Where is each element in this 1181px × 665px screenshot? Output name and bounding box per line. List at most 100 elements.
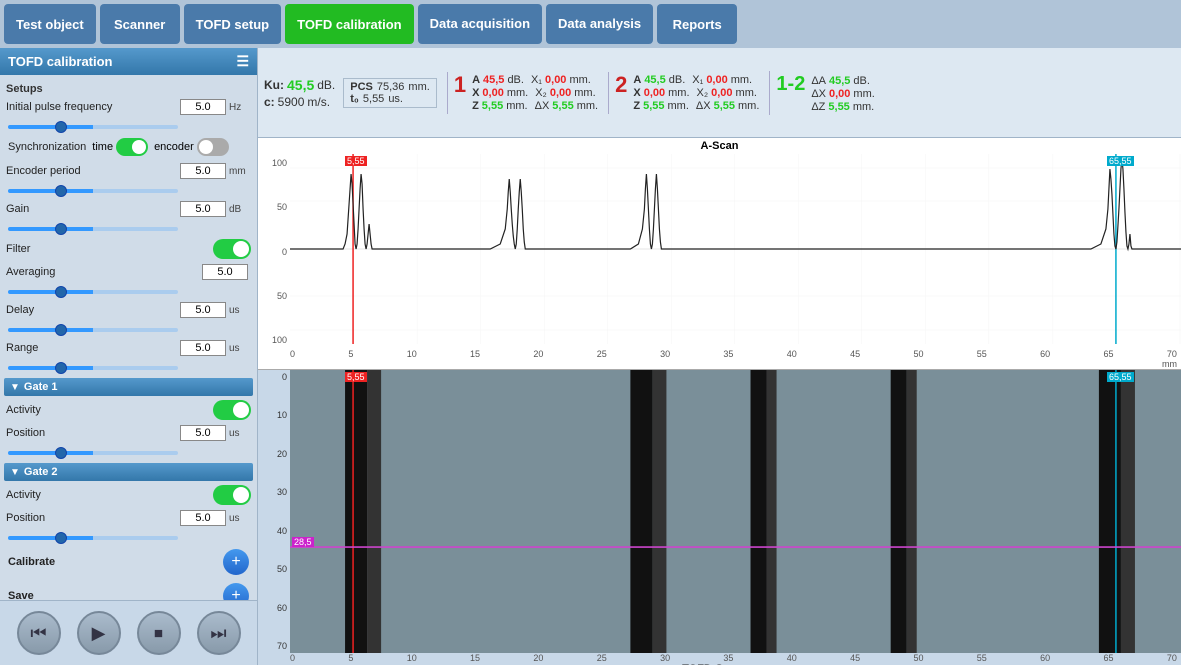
encoder-period-label: Encoder period [6,165,180,177]
ch12-dz-row: ΔZ 5,55 mm. [811,101,875,113]
tx15: 15 [470,653,480,663]
gate1-position-input[interactable] [180,425,226,441]
panel-title-text: TOFD calibration [8,54,113,69]
gate1-activity-row: Activity [4,399,253,421]
ch12-da-unit: dB. [853,75,870,87]
x45: 45 [850,349,860,359]
initial-pulse-freq-unit: Hz [229,102,251,113]
save-button[interactable]: + [223,583,249,600]
gate1-position-unit: us [229,428,251,439]
stop-button[interactable]: ⏹ [137,611,181,655]
ch1-x-val: 0,00 [482,87,503,99]
ch12-dz-unit: mm. [853,101,874,113]
menu-icon[interactable]: ☰ [236,53,249,70]
channel2-block: 2 A 45,5 dB. X₁ 0,00 mm. X 0,00 [608,72,765,114]
gate1-header: ▼ Gate 1 [4,378,253,396]
ch2-x-unit: mm. [668,87,689,99]
averaging-input[interactable] [202,264,248,280]
gain-slider[interactable] [8,227,178,231]
x50: 50 [913,349,923,359]
ku-val: 45,5 [287,77,314,93]
ty50: 50 [277,564,287,574]
ascan-chart-container: 5,55 65,55 [290,154,1181,349]
ch2-a-label: A [633,74,641,86]
scanner-button[interactable]: Scanner [100,4,180,44]
info-bar: Ku: 45,5 dB. c: 5900 m/s. PCS 75,36 mm. [258,48,1181,138]
ch1-top: 1 A 45,5 dB. X₁ 0,00 mm. X 0,00 [454,74,598,112]
initial-pulse-freq-input[interactable] [180,99,226,115]
ku-label: Ku: [264,78,284,92]
t0-unit: us. [388,93,403,105]
sync-time-option: time [92,138,148,156]
delay-input[interactable] [180,302,226,318]
pcs-label: PCS [350,81,373,93]
ch2-x-label: X [633,87,640,99]
encoder-period-input[interactable] [180,163,226,179]
ch2-x1-unit: mm. [731,74,752,86]
gate1-position-label: Position [6,427,180,439]
test-object-button[interactable]: Test object [4,4,96,44]
gate2-position-unit: us [229,513,251,524]
ch2-z-row: Z 5,55 mm. ΔX 5,55 mm. [633,100,759,112]
tofd-setup-button[interactable]: TOFD setup [184,4,281,44]
initial-pulse-freq-slider[interactable] [8,125,178,129]
ch1-z-label: Z [472,100,479,112]
panel-content: Setups Initial pulse frequency Hz Synchr… [0,75,257,600]
gate2-position-input[interactable] [180,510,226,526]
range-slider[interactable] [8,366,178,370]
reports-button[interactable]: Reports [657,4,737,44]
gate2-slider[interactable] [8,536,178,540]
y-50-bot: 50 [277,291,287,301]
ch12-da-row: ΔA 45,5 dB. [811,75,875,87]
sync-encoder-toggle[interactable] [197,138,229,156]
ch1-x1-label: X₁ [531,74,542,86]
calibrate-button[interactable]: + [223,549,249,575]
tofd-calibration-button[interactable]: TOFD calibration [285,4,414,44]
ch12-dz-val: 5,55 [828,101,849,113]
data-analysis-button[interactable]: Data analysis [546,4,653,44]
filter-label: Filter [6,243,213,255]
ch2-dx-unit: mm. [738,100,759,112]
x20: 20 [533,349,543,359]
pcs-unit: mm. [408,81,429,93]
tx10: 10 [407,653,417,663]
t0-row: t₀ 5,55 us. [350,93,430,105]
sync-time-toggle[interactable] [116,138,148,156]
ch12-dx-unit: mm. [853,88,874,100]
x70: 70 [1167,349,1177,359]
averaging-slider-row [4,284,253,298]
gate1-slider[interactable] [8,451,178,455]
ch1-a-row: A 45,5 dB. X₁ 0,00 mm. [472,74,598,86]
encoder-period-unit: mm [229,166,251,177]
tx45: 45 [850,653,860,663]
ch2-x2-unit: mm. [736,87,757,99]
ch2-a-unit: dB. [669,74,686,86]
sync-row: Synchronization time encoder [4,135,253,159]
gate1-label: Gate 1 [24,381,58,393]
gate2-arrow: ▼ [10,467,20,478]
averaging-slider[interactable] [8,290,178,294]
gate1-activity-toggle[interactable] [213,400,251,420]
data-acquisition-button[interactable]: Data acquisition [418,4,542,44]
x35: 35 [723,349,733,359]
sync-encoder-option: encoder [154,138,229,156]
forward-button[interactable]: ⏭ [197,611,241,655]
rewind-button[interactable]: ⏮ [17,611,61,655]
calibrate-label: Calibrate [8,556,55,568]
range-input[interactable] [180,340,226,356]
y-100-top: 100 [272,158,287,168]
ty0: 0 [282,372,287,382]
ch12-dx-val: 0,00 [829,88,850,100]
ch2-x1-label: X₁ [692,74,703,86]
main-area: TOFD calibration ☰ Setups Initial pulse … [0,48,1181,665]
play-button[interactable]: ▶ [77,611,121,655]
setups-label: Setups [6,83,253,95]
filter-toggle[interactable] [213,239,251,259]
delay-slider[interactable] [8,328,178,332]
tx20: 20 [533,653,543,663]
tofd-yaxis: 0 10 20 30 40 50 60 70 [258,370,290,653]
gain-input[interactable] [180,201,226,217]
ch2-top: 2 A 45,5 dB. X₁ 0,00 mm. X 0,00 [615,74,759,112]
gate2-activity-toggle[interactable] [213,485,251,505]
encoder-period-slider[interactable] [8,189,178,193]
